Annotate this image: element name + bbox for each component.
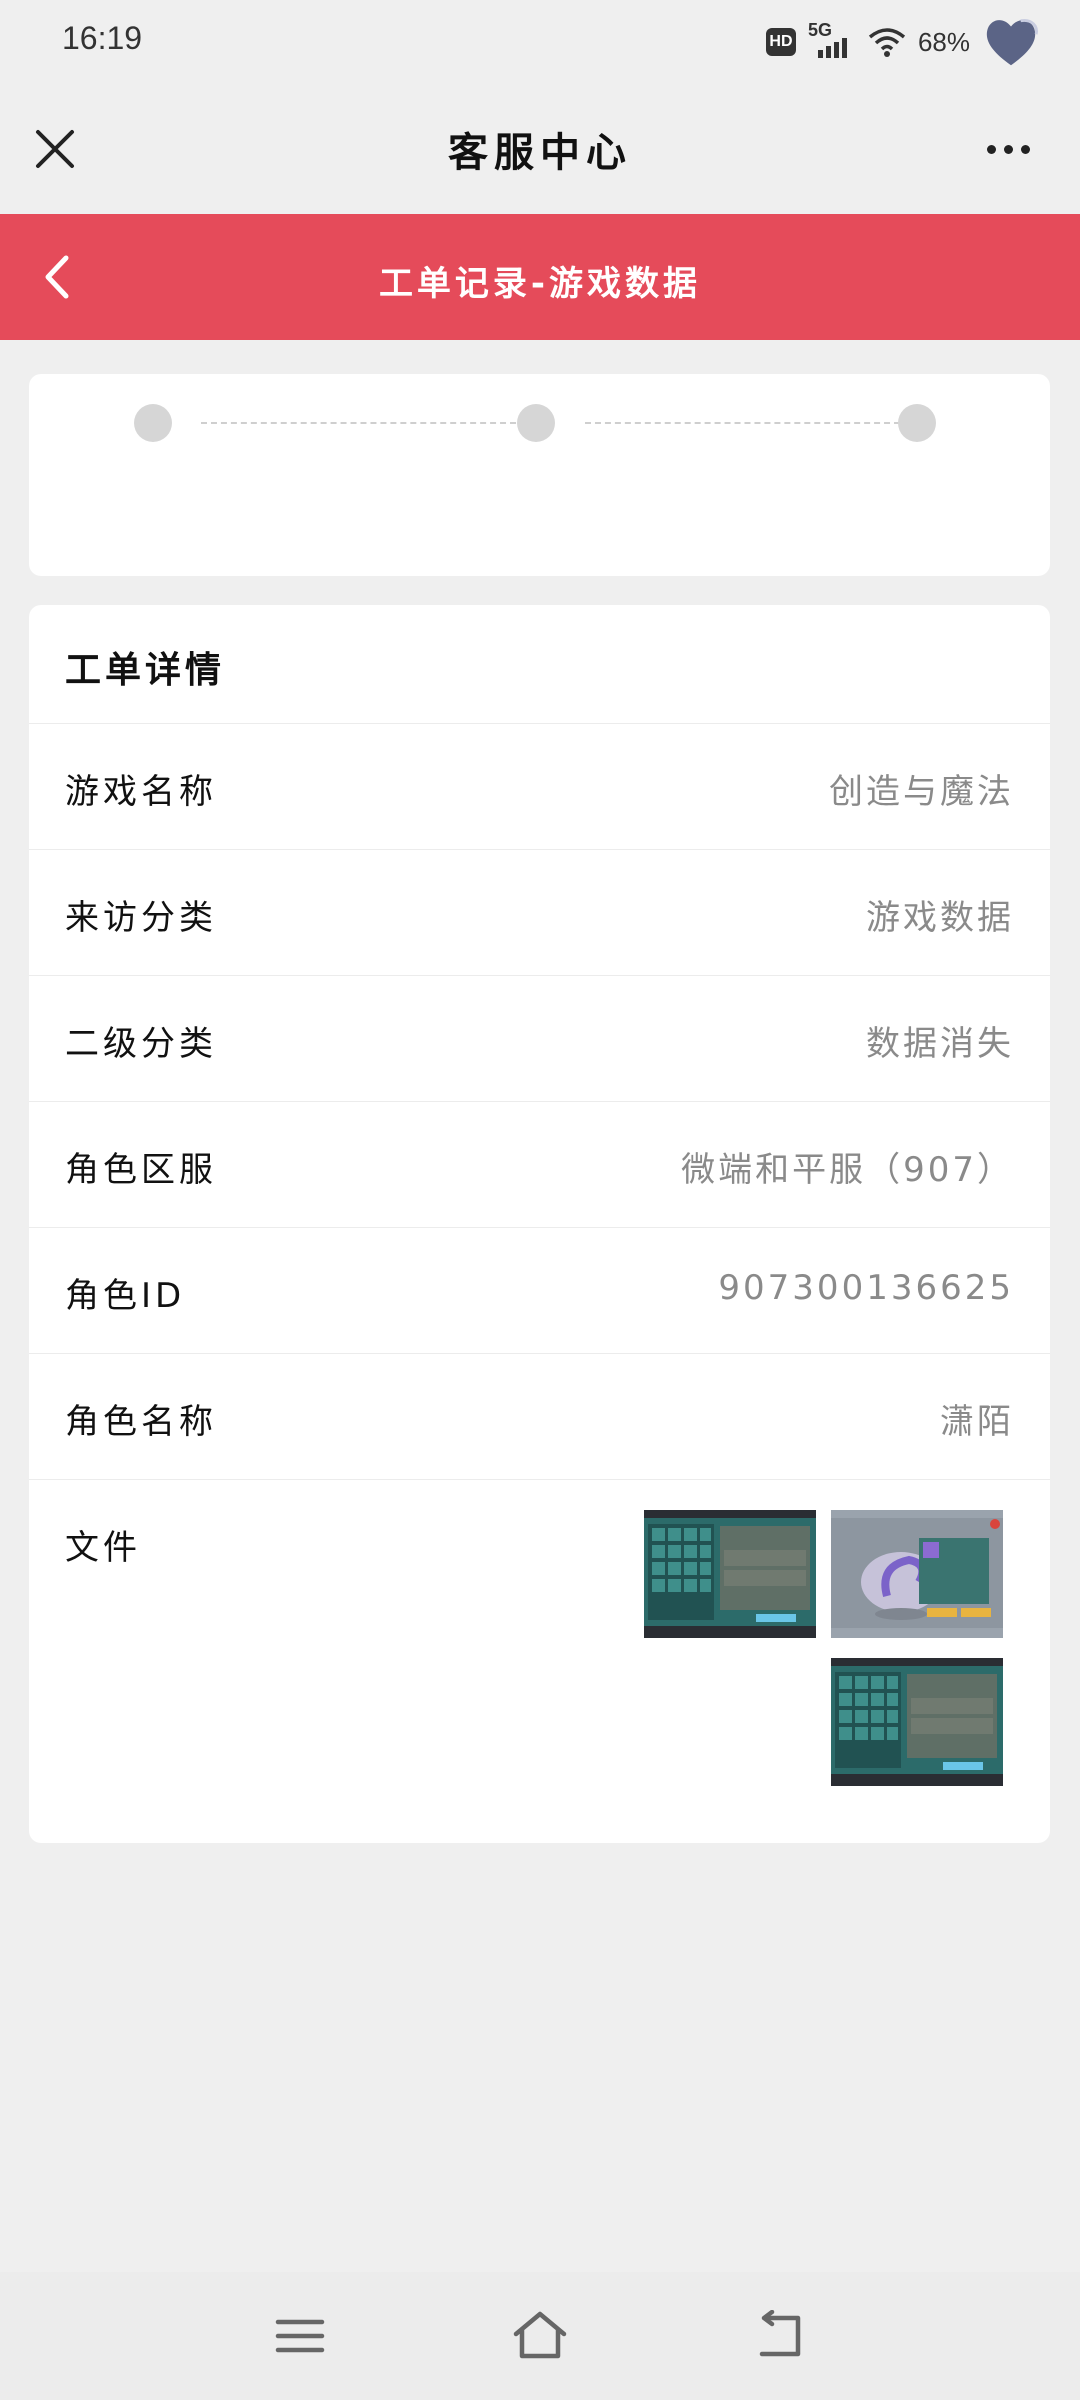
row-role-id: 角色ID 907300136625 xyxy=(29,1227,1050,1354)
progress-steps-card xyxy=(29,374,1050,576)
step-dot-2 xyxy=(517,404,555,442)
row-label: 角色ID xyxy=(65,1276,186,1316)
file-thumbnail-2[interactable] xyxy=(831,1510,1003,1638)
battery-level: 68% xyxy=(917,26,970,57)
file-thumbnail-1[interactable] xyxy=(644,1510,816,1638)
row-label: 来访分类 xyxy=(65,898,217,938)
menu-icon[interactable] xyxy=(272,2312,328,2360)
row-value: 微端和平服（907） xyxy=(681,1150,1014,1190)
home-icon[interactable] xyxy=(510,2308,570,2362)
row-role-name: 角色名称 潇陌 xyxy=(29,1353,1050,1480)
wifi-icon xyxy=(868,28,906,57)
section-title: 工单详情 xyxy=(65,650,226,691)
row-value: 创造与魔法 xyxy=(829,772,1014,812)
row-label: 文件 xyxy=(65,1528,141,1568)
row-value: 907300136625 xyxy=(718,1268,1014,1308)
row-value: 潇陌 xyxy=(940,1402,1014,1442)
row-label: 二级分类 xyxy=(65,1024,217,1064)
step-connector-1 xyxy=(201,422,516,424)
row-value: 游戏数据 xyxy=(866,898,1014,938)
row-files: 文件 xyxy=(29,1479,1050,1800)
row-server: 角色区服 微端和平服（907） xyxy=(29,1101,1050,1228)
step-dot-1 xyxy=(134,404,172,442)
header-title: 工单记录-游戏数据 xyxy=(378,264,702,304)
more-icon[interactable] xyxy=(976,124,1040,174)
app-titlebar: 客服中心 xyxy=(0,84,1080,214)
back-icon[interactable] xyxy=(752,2310,810,2362)
row-subcategory: 二级分类 数据消失 xyxy=(29,975,1050,1102)
hd-badge: HD xyxy=(765,28,796,56)
step-connector-2 xyxy=(585,422,900,424)
page-title: 客服中心 xyxy=(448,130,632,176)
row-label: 游戏名称 xyxy=(65,772,217,812)
row-label: 角色名称 xyxy=(65,1402,217,1442)
row-game-name: 游戏名称 创造与魔法 xyxy=(29,723,1050,850)
row-label: 角色区服 xyxy=(65,1150,217,1190)
status-bar: 16:19 HD 5G 68% xyxy=(0,0,1080,84)
ticket-detail-card: 工单详情 游戏名称 创造与魔法 来访分类 游戏数据 二级分类 数据消失 角色区服… xyxy=(29,605,1050,1843)
section-header: 工单记录-游戏数据 xyxy=(0,214,1080,340)
signal-icon: 5G xyxy=(808,20,856,62)
row-visit-category: 来访分类 游戏数据 xyxy=(29,849,1050,976)
row-value: 数据消失 xyxy=(866,1024,1014,1064)
step-dot-3 xyxy=(898,404,936,442)
heart-avatar-icon xyxy=(986,18,1038,66)
system-nav-bar xyxy=(0,2272,1080,2400)
status-icons: HD 5G 68% xyxy=(765,14,1040,70)
status-time: 16:19 xyxy=(62,20,143,56)
file-thumbnail-3[interactable] xyxy=(831,1658,1003,1786)
